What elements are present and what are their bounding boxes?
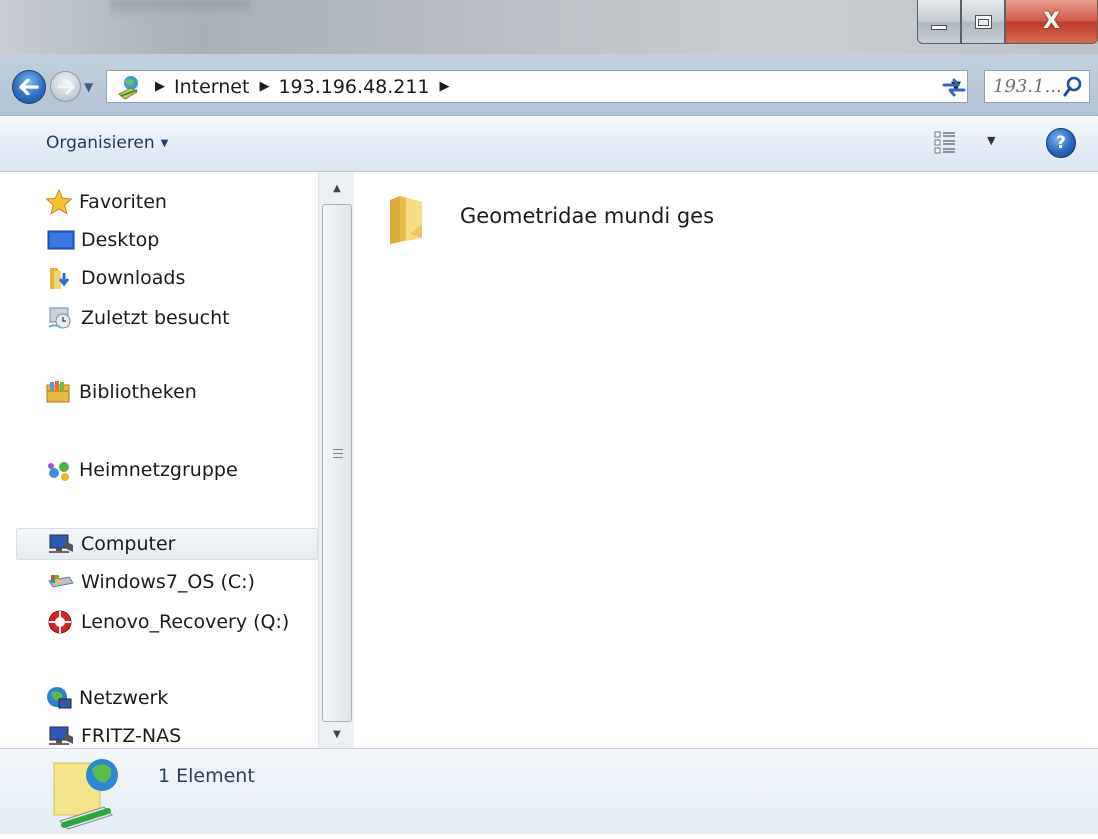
sidebar-item-computer[interactable]: Computer [16, 528, 318, 560]
details-view-icon [934, 131, 955, 154]
title-bar-blur [110, 0, 250, 18]
breadcrumb-separator[interactable]: ▶ [440, 79, 450, 94]
sidebar-item-recent-places[interactable]: Zuletzt besucht [47, 302, 230, 334]
scroll-up-button[interactable]: ▲ [319, 174, 355, 202]
organize-menu-button[interactable]: Organisieren ▼ [46, 133, 168, 153]
recovery-drive-icon [47, 609, 75, 635]
close-button[interactable]: X [1005, 0, 1098, 44]
refresh-icon [942, 78, 966, 97]
sidebar-item-label: Netzwerk [79, 687, 169, 709]
sidebar-item-label: Windows7_OS (C:) [81, 571, 255, 593]
scroll-thumb[interactable] [322, 204, 352, 722]
star-icon [45, 188, 73, 215]
homegroup-icon [45, 457, 73, 483]
item-count-label: 1 Element [158, 765, 255, 787]
sidebar-item-downloads[interactable]: Downloads [47, 262, 185, 294]
maximize-icon [974, 14, 992, 29]
sidebar-item-label: Downloads [81, 267, 186, 289]
close-icon: X [1043, 9, 1060, 34]
scroll-grip-icon [333, 449, 343, 461]
maximize-button[interactable] [961, 0, 1005, 44]
back-button[interactable] [12, 70, 46, 104]
sidebar-item-label: Zuletzt besucht [81, 307, 230, 329]
breadcrumb-host[interactable]: 193.196.48.211 [278, 76, 429, 98]
sidebar-item-label: Lenovo_Recovery (Q:) [81, 611, 290, 633]
minimize-icon [931, 25, 947, 30]
sidebar-item-fritz-nas[interactable]: FRITZ-NAS [47, 720, 181, 748]
chevron-down-icon: ▼ [160, 137, 169, 149]
sidebar-item-label: Heimnetzgruppe [79, 459, 238, 481]
downloads-folder-icon [47, 265, 75, 291]
file-list-pane[interactable]: Geometridae mundi ges [356, 172, 1098, 748]
network-icon [45, 685, 73, 711]
recent-places-icon [47, 305, 75, 331]
sidebar-item-libraries[interactable]: Bibliotheken [45, 376, 197, 408]
sidebar-item-label: Computer [81, 533, 176, 555]
folder-icon [390, 196, 422, 244]
address-bar[interactable]: ▶ Internet ▶ 193.196.48.211 ▶ ▼ [106, 70, 968, 103]
sidebar-item-favorites[interactable]: Favoriten [45, 186, 167, 218]
sidebar-item-label: Favoriten [79, 191, 167, 213]
view-options-dropdown[interactable]: ▼ [987, 134, 995, 147]
refresh-button[interactable] [937, 74, 971, 100]
sidebar-item-label: FRITZ-NAS [81, 725, 182, 747]
sidebar-item-drive-q[interactable]: Lenovo_Recovery (Q:) [47, 606, 289, 638]
sidebar-item-homegroup[interactable]: Heimnetzgruppe [45, 454, 238, 486]
help-icon: ? [1056, 133, 1066, 153]
command-bar: Organisieren ▼ ▼ ? [0, 116, 1098, 172]
scroll-down-button[interactable]: ▼ [319, 720, 355, 748]
breadcrumb-internet[interactable]: Internet [174, 76, 249, 98]
sidebar-item-network[interactable]: Netzwerk [45, 682, 168, 714]
computer-icon [47, 531, 75, 557]
folder-name: Geometridae mundi ges [460, 204, 715, 228]
recent-pages-dropdown[interactable]: ▼ [84, 80, 93, 94]
breadcrumb-separator[interactable]: ▶ [259, 79, 269, 94]
search-input[interactable] [991, 75, 1065, 98]
navigation-pane: Favoriten Desktop Downloads Zuletzt besu… [0, 172, 356, 748]
sidebar-item-label: Bibliotheken [79, 381, 197, 403]
sidebar-scrollbar[interactable]: ▲ ▼ [318, 172, 354, 748]
window-title-bar[interactable]: X [0, 0, 1098, 54]
system-drive-icon [47, 569, 75, 595]
libraries-icon [45, 379, 73, 405]
sidebar-item-desktop[interactable]: Desktop [47, 224, 159, 256]
back-arrow-icon [19, 79, 39, 95]
breadcrumb-separator[interactable]: ▶ [155, 79, 165, 94]
sidebar-item-drive-c[interactable]: Windows7_OS (C:) [47, 566, 255, 598]
network-location-icon [52, 755, 132, 835]
forward-button[interactable] [50, 71, 81, 102]
desktop-icon [47, 227, 75, 253]
help-button[interactable]: ? [1046, 128, 1076, 158]
search-icon[interactable] [1063, 76, 1083, 98]
search-box[interactable] [984, 70, 1090, 103]
folder-item[interactable]: Geometridae mundi ges [386, 194, 714, 246]
sidebar-item-label: Desktop [81, 229, 160, 251]
details-pane: 1 Element [0, 748, 1098, 834]
navigation-bar: ▼ ▶ Internet ▶ 193.196.48.211 ▶ ▼ [0, 54, 1098, 116]
forward-arrow-icon [57, 79, 74, 94]
organize-label: Organisieren [46, 133, 155, 153]
network-computer-icon [47, 723, 75, 748]
minimize-button[interactable] [917, 0, 961, 44]
internet-location-icon [115, 72, 145, 102]
